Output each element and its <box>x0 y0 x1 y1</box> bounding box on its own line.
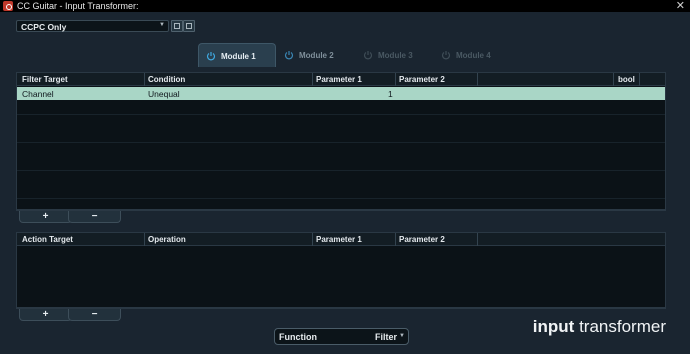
tab-module-1[interactable]: Module 1 <box>198 43 276 67</box>
column-header[interactable]: Parameter 1 <box>316 235 362 244</box>
action-operations-table: Action Target Operation Parameter 1 Para… <box>16 232 666 308</box>
preset-select[interactable]: CCPC Only ▼ <box>16 20 169 32</box>
cell-filter-target[interactable]: Channel <box>22 89 54 99</box>
power-icon[interactable] <box>206 51 216 61</box>
table-header: Filter Target Condition Parameter 1 Para… <box>17 73 665 86</box>
chevron-down-icon: ▼ <box>159 22 165 28</box>
column-header[interactable]: Filter Target <box>22 75 68 84</box>
title-bar: CC Guitar - Input Transformer: ✕ <box>0 0 690 12</box>
column-header[interactable]: Action Target <box>22 235 73 244</box>
remove-condition-button[interactable]: − <box>68 211 121 223</box>
chevron-down-icon: ▼ <box>399 333 405 339</box>
module-tabs: Module 1 Module 2 Module 3 Module 4 <box>0 38 690 68</box>
app-logo-icon <box>3 1 13 11</box>
filter-button-bar: + − <box>16 210 666 224</box>
brand-logo: input transformer <box>533 317 666 337</box>
power-icon[interactable] <box>284 50 294 60</box>
save-preset-button[interactable] <box>171 20 183 32</box>
save-icon <box>174 23 180 29</box>
brand-bold: input <box>532 317 575 336</box>
tab-module-4[interactable]: Module 4 <box>434 43 512 67</box>
column-header[interactable]: Parameter 2 <box>399 75 445 84</box>
close-icon[interactable]: ✕ <box>676 0 685 12</box>
table-header: Action Target Operation Parameter 1 Para… <box>17 233 665 246</box>
preset-options-button[interactable] <box>183 20 195 32</box>
folder-icon <box>186 23 192 29</box>
tab-module-2[interactable]: Module 2 <box>277 43 355 67</box>
tab-label: Module 1 <box>221 52 256 61</box>
cell-parameter-1[interactable]: 1 <box>388 89 393 99</box>
column-header[interactable]: Operation <box>148 235 186 244</box>
tab-label: Module 2 <box>299 51 334 60</box>
remove-action-button[interactable]: − <box>68 309 121 321</box>
table-row[interactable]: Channel Unequal 1 <box>17 87 665 100</box>
window-title: CC Guitar - Input Transformer: <box>17 1 139 11</box>
brand-normal: transformer <box>579 317 666 336</box>
add-condition-button[interactable]: + <box>19 211 72 223</box>
column-header[interactable]: Condition <box>148 75 185 84</box>
column-header[interactable]: bool <box>618 75 635 84</box>
tab-module-3[interactable]: Module 3 <box>356 43 434 67</box>
function-label: Function <box>279 332 317 342</box>
preset-bar: CCPC Only ▼ <box>0 12 690 38</box>
column-header[interactable]: Parameter 2 <box>399 235 445 244</box>
function-value: Filter <box>374 332 397 342</box>
add-action-button[interactable]: + <box>19 309 72 321</box>
cell-condition[interactable]: Unequal <box>148 89 180 99</box>
tab-label: Module 3 <box>378 51 413 60</box>
power-icon[interactable] <box>441 50 451 60</box>
function-select[interactable]: Function Filter ▼ <box>274 328 409 345</box>
tab-label: Module 4 <box>456 51 491 60</box>
power-icon[interactable] <box>363 50 373 60</box>
preset-value: CCPC Only <box>21 22 67 32</box>
column-header[interactable]: Parameter 1 <box>316 75 362 84</box>
filter-conditions-table: Filter Target Condition Parameter 1 Para… <box>16 72 666 210</box>
